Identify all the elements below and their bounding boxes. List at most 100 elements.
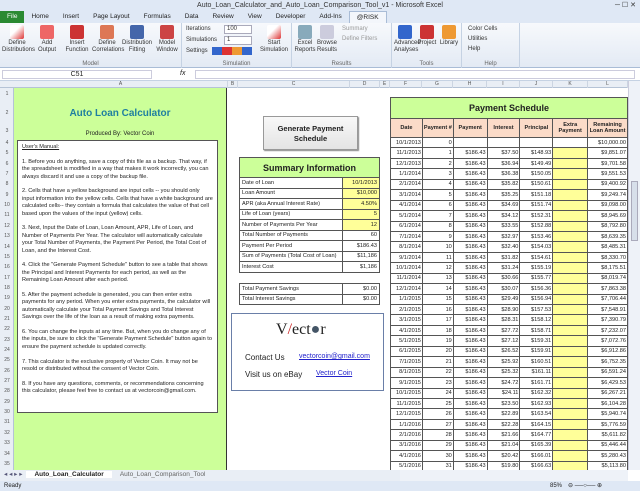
window-controls[interactable]: ─ ☐ ✕	[615, 0, 636, 11]
row-header[interactable]: 24	[0, 347, 14, 353]
zoom-level[interactable]: 85%	[550, 481, 562, 491]
row-header[interactable]: 25	[0, 357, 14, 363]
sheet-tab[interactable]: Auto_Loan_Calculator	[26, 471, 112, 478]
settings-icons[interactable]	[212, 47, 252, 55]
extra-payment-cell[interactable]	[552, 272, 589, 285]
extra-payment-cell[interactable]	[552, 293, 589, 306]
extra-payment-cell[interactable]	[552, 356, 589, 368]
extra-payment-cell[interactable]	[552, 314, 589, 326]
column-header[interactable]: I	[487, 81, 520, 88]
extra-payment-cell[interactable]	[552, 439, 589, 452]
row-header[interactable]: 6	[0, 161, 14, 167]
row-header[interactable]: 16	[0, 264, 14, 270]
column-header[interactable]: L	[588, 81, 628, 88]
define-correlations-button[interactable]: Define Correlations	[92, 23, 124, 54]
row-header[interactable]: 2	[0, 110, 14, 116]
row-header[interactable]: 29	[0, 399, 14, 405]
horizontal-scrollbar[interactable]	[400, 470, 628, 481]
row-header[interactable]: 21	[0, 316, 14, 322]
email-link[interactable]: vectorcoin@gmail.com	[299, 353, 370, 360]
extra-payment-cell[interactable]	[552, 189, 589, 201]
column-header[interactable]: G	[422, 81, 453, 88]
tab-formulas[interactable]: Formulas	[137, 11, 178, 23]
extra-payment-cell[interactable]	[552, 429, 589, 441]
column-header[interactable]: B	[228, 81, 238, 88]
column-header[interactable]: E	[380, 81, 390, 88]
browse-results-button[interactable]: Browse Results	[316, 23, 338, 54]
summary-value[interactable]: 5	[342, 208, 380, 220]
extra-payment-cell[interactable]	[552, 210, 589, 222]
extra-payment-cell[interactable]	[552, 168, 589, 180]
row-header[interactable]: 19	[0, 295, 14, 301]
extra-payment-cell[interactable]	[552, 178, 589, 191]
extra-payment-cell[interactable]	[552, 303, 589, 316]
row-header[interactable]: 12	[0, 223, 14, 229]
extra-payment-cell[interactable]	[552, 220, 589, 232]
start-simulation-button[interactable]: Start Simulation	[258, 23, 290, 54]
iterations-select[interactable]: 100	[224, 25, 252, 34]
row-header[interactable]: 27	[0, 378, 14, 384]
row-header[interactable]: 26	[0, 368, 14, 374]
column-header[interactable]: K	[553, 81, 588, 88]
vertical-scrollbar[interactable]	[628, 81, 640, 470]
row-header[interactable]: 11	[0, 212, 14, 218]
extra-payment-cell[interactable]	[552, 366, 589, 379]
excel-reports-button[interactable]: Excel Reports	[294, 23, 316, 54]
insert-function-button[interactable]: Insert Function	[62, 23, 92, 54]
generate-payment-schedule-button[interactable]: Generate Payment Schedule	[263, 116, 358, 150]
extra-payment-cell[interactable]	[552, 262, 589, 274]
extra-payment-cell[interactable]	[552, 147, 589, 159]
extra-payment-cell[interactable]	[552, 387, 589, 399]
tab-review[interactable]: Review	[205, 11, 240, 23]
tab-data[interactable]: Data	[178, 11, 206, 23]
utilities-button[interactable]: Utilities	[468, 36, 487, 43]
row-header[interactable]: 20	[0, 306, 14, 312]
sheet-tab[interactable]: Auto_Loan_Comparison_Tool	[112, 471, 214, 478]
extra-payment-cell[interactable]	[552, 418, 589, 431]
row-header[interactable]: 30	[0, 409, 14, 415]
help-button[interactable]: Help	[468, 46, 480, 53]
define-distributions-button[interactable]: Define Distributions	[2, 23, 35, 54]
row-header[interactable]: 7	[0, 171, 14, 177]
library-button[interactable]: Library	[438, 23, 460, 47]
distribution-fitting-button[interactable]: Distribution Fitting	[122, 23, 152, 54]
row-header[interactable]: 15	[0, 254, 14, 260]
row-header[interactable]: 8	[0, 181, 14, 187]
simulations-select[interactable]: 1	[224, 36, 252, 45]
row-header[interactable]: 22	[0, 326, 14, 332]
ebay-link[interactable]: Vector Coin	[316, 370, 352, 377]
column-header[interactable]: C	[238, 81, 350, 88]
tab-pagelayout[interactable]: Page Layout	[86, 11, 137, 23]
tab-view[interactable]: View	[241, 11, 269, 23]
model-window-button[interactable]: Model Window	[152, 23, 182, 54]
row-header[interactable]: 13	[0, 233, 14, 239]
extra-payment-cell[interactable]	[552, 335, 589, 347]
row-header[interactable]: 35	[0, 461, 14, 467]
summary-value[interactable]: 12	[342, 219, 380, 231]
summary-value[interactable]: 10/1/2013	[342, 177, 380, 189]
name-box[interactable]: C51	[2, 70, 152, 79]
summary-value[interactable]: 4.50%	[342, 198, 380, 210]
extra-payment-cell[interactable]	[552, 199, 589, 212]
extra-payment-cell[interactable]	[552, 251, 589, 264]
extra-payment-cell[interactable]	[552, 136, 589, 149]
extra-payment-cell[interactable]	[552, 408, 589, 420]
formula-input[interactable]	[195, 70, 635, 79]
row-header[interactable]: 9	[0, 192, 14, 198]
summary-value[interactable]: $10,000	[342, 187, 380, 199]
advanced-analyses-button[interactable]: Advanced Analyses	[394, 23, 421, 54]
extra-payment-cell[interactable]	[552, 241, 589, 253]
extra-payment-cell[interactable]	[552, 157, 589, 170]
color-cells-button[interactable]: Color Cells	[468, 26, 497, 33]
row-header[interactable]: 5	[0, 150, 14, 156]
column-header[interactable]: A	[14, 81, 228, 88]
fx-icon[interactable]: fx	[180, 70, 185, 77]
extra-payment-cell[interactable]	[552, 450, 589, 462]
column-header[interactable]: F	[390, 81, 422, 88]
row-header[interactable]: 18	[0, 285, 14, 291]
row-header[interactable]: 14	[0, 244, 14, 250]
row-header[interactable]: 1	[0, 91, 14, 97]
add-output-button[interactable]: Add Output	[32, 23, 62, 54]
zoom-slider[interactable]: ⊖ ──○── ⊕	[568, 481, 602, 491]
row-header[interactable]: 23	[0, 337, 14, 343]
